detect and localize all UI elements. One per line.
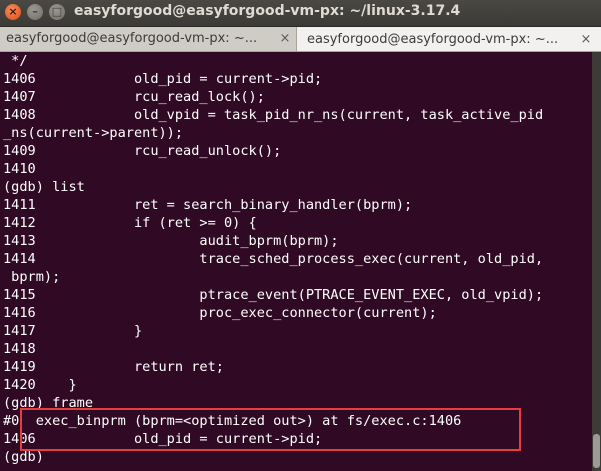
terminal-window: × – □ easyforgood@easyforgood-vm-px: ~/l…: [0, 0, 601, 471]
highlight-annotation: [20, 408, 521, 451]
close-icon[interactable]: ×: [5, 4, 21, 20]
title-bar[interactable]: × – □ easyforgood@easyforgood-vm-px: ~/l…: [0, 0, 601, 27]
terminal-line: 1417 }: [3, 323, 143, 339]
terminal-line: 1418: [3, 341, 36, 357]
terminal-scrollbar[interactable]: [592, 52, 601, 471]
terminal-line: 1409 rcu_read_unlock();: [3, 143, 282, 159]
terminal-line: 1413 audit_bprm(bprm);: [3, 233, 339, 249]
minimize-icon[interactable]: –: [27, 4, 43, 20]
tab-terminal-2[interactable]: easyforgood@easyforgood-vm-px: ~... ×: [297, 27, 601, 51]
tab-terminal-1[interactable]: easyforgood@easyforgood-vm-px: ~... ×: [0, 27, 297, 51]
terminal-line: 1407 rcu_read_lock();: [3, 89, 265, 105]
terminal-lines: */ 1406 old_pid = current->pid; 1407 rcu…: [3, 52, 543, 466]
terminal-line: 1411 ret = search_binary_handler(bprm);: [3, 197, 413, 213]
terminal-line: 1408 old_vpid = task_pid_nr_ns(current, …: [3, 107, 544, 123]
tab-label: easyforgood@easyforgood-vm-px: ~...: [6, 31, 258, 46]
terminal-line: 1406 old_pid = current->pid;: [3, 71, 323, 87]
window-title: easyforgood@easyforgood-vm-px: ~/linux-3…: [74, 3, 461, 19]
scrollbar-thumb[interactable]: [593, 434, 600, 468]
terminal-line: 1416 proc_exec_connector(current);: [3, 305, 437, 321]
tab-bar: easyforgood@easyforgood-vm-px: ~... × ea…: [0, 27, 601, 52]
maximize-icon[interactable]: □: [49, 4, 65, 20]
tab-label: easyforgood@easyforgood-vm-px: ~...: [307, 32, 559, 47]
terminal-line: (gdb) list: [3, 179, 85, 195]
terminal-line: 1419 return ret;: [3, 359, 224, 375]
terminal-line: 1420 }: [3, 377, 77, 393]
close-tab-icon[interactable]: ×: [278, 27, 292, 51]
terminal-line: 1410: [3, 161, 36, 177]
terminal-line: 1415 ptrace_event(PTRACE_EVENT_EXEC, old…: [3, 287, 544, 303]
close-tab-icon[interactable]: ×: [579, 28, 593, 51]
terminal-line: bprm);: [3, 269, 61, 285]
terminal-line: _ns(current->parent));: [3, 125, 184, 141]
terminal-line: */: [3, 53, 28, 69]
terminal-line: 1412 if (ret >= 0) {: [3, 215, 257, 231]
terminal-line: 1414 trace_sched_process_exec(current, o…: [3, 251, 544, 267]
